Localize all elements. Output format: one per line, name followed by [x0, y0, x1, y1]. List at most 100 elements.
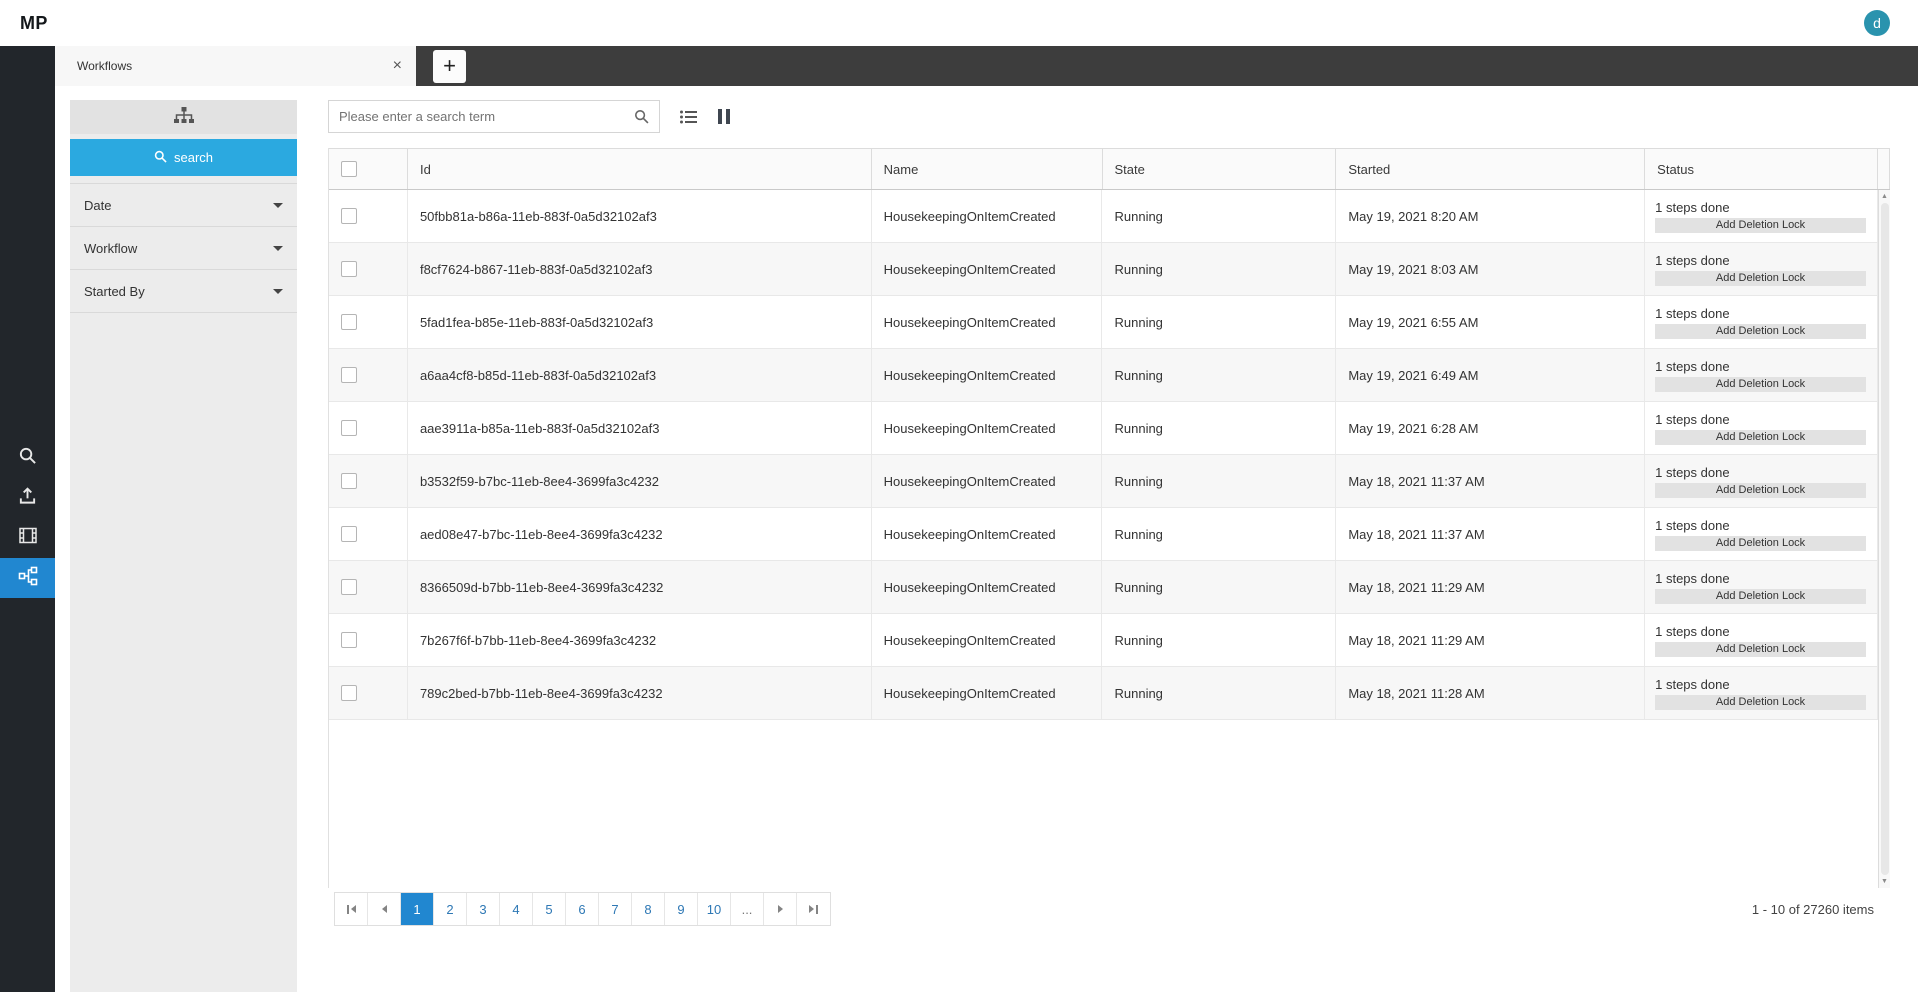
row-checkbox[interactable]: [341, 208, 357, 224]
search-icon[interactable]: [623, 101, 659, 132]
table-row[interactable]: 789c2bed-b7bb-11eb-8ee4-3699fa3c4232 Hou…: [329, 667, 1878, 720]
sidebar-item-upload[interactable]: [0, 478, 55, 518]
pager-next-button[interactable]: [764, 893, 797, 925]
add-deletion-lock-button[interactable]: Add Deletion Lock: [1655, 694, 1866, 710]
table-row[interactable]: 8366509d-b7bb-11eb-8ee4-3699fa3c4232 Hou…: [329, 561, 1878, 614]
column-header-id[interactable]: Id: [408, 149, 872, 189]
add-deletion-lock-button[interactable]: Add Deletion Lock: [1655, 588, 1866, 604]
column-header-name[interactable]: Name: [872, 149, 1103, 189]
table-row[interactable]: 50fbb81a-b86a-11eb-883f-0a5d32102af3 Hou…: [329, 190, 1878, 243]
column-header-state[interactable]: State: [1103, 149, 1337, 189]
table-row[interactable]: f8cf7624-b867-11eb-883f-0a5d32102af3 Hou…: [329, 243, 1878, 296]
tab-workflows[interactable]: Workflows ×: [55, 46, 416, 86]
sidebar-item-media[interactable]: [0, 518, 55, 558]
table-row[interactable]: b3532f59-b7bc-11eb-8ee4-3699fa3c4232 Hou…: [329, 455, 1878, 508]
add-deletion-lock-button[interactable]: Add Deletion Lock: [1655, 376, 1866, 392]
cell-state: Running: [1102, 243, 1337, 295]
pager-page-2[interactable]: 2: [434, 893, 467, 925]
pause-icon[interactable]: [718, 109, 730, 124]
search-button[interactable]: search: [70, 139, 297, 176]
row-checkbox[interactable]: [341, 367, 357, 383]
row-checkbox[interactable]: [341, 632, 357, 648]
row-checkbox[interactable]: [341, 473, 357, 489]
pager-page-7[interactable]: 7: [599, 893, 632, 925]
cell-status: 1 steps done Add Deletion Lock: [1645, 667, 1878, 719]
filter-section-workflow[interactable]: Workflow: [70, 227, 297, 270]
cell-started: May 19, 2021 6:49 AM: [1336, 349, 1646, 401]
pager-page-6[interactable]: 6: [566, 893, 599, 925]
row-checkbox[interactable]: [341, 526, 357, 542]
search-input[interactable]: [329, 101, 623, 132]
pager-prev-button[interactable]: [368, 893, 401, 925]
cell-select: [329, 243, 408, 295]
cell-started: May 18, 2021 11:28 AM: [1336, 667, 1646, 719]
vertical-scrollbar[interactable]: ▲ ▼: [1878, 190, 1890, 888]
grid-body: 50fbb81a-b86a-11eb-883f-0a5d32102af3 Hou…: [329, 190, 1878, 720]
scroll-up-icon[interactable]: ▲: [1881, 193, 1888, 200]
row-checkbox[interactable]: [341, 314, 357, 330]
cell-name: HousekeepingOnItemCreated: [872, 667, 1103, 719]
new-tab-button[interactable]: +: [433, 49, 466, 83]
search-box: [328, 100, 660, 133]
add-deletion-lock-button[interactable]: Add Deletion Lock: [1655, 641, 1866, 657]
add-deletion-lock-button[interactable]: Add Deletion Lock: [1655, 482, 1866, 498]
filter-section-label: Date: [84, 197, 112, 213]
table-row[interactable]: aae3911a-b85a-11eb-883f-0a5d32102af3 Hou…: [329, 402, 1878, 455]
add-deletion-lock-button[interactable]: Add Deletion Lock: [1655, 429, 1866, 445]
filter-section-date[interactable]: Date: [70, 184, 297, 227]
row-checkbox[interactable]: [341, 685, 357, 701]
grid-toolbar: [328, 100, 1890, 133]
table-row[interactable]: 5fad1fea-b85e-11eb-883f-0a5d32102af3 Hou…: [329, 296, 1878, 349]
scrollbar-thumb[interactable]: [1880, 203, 1889, 875]
cell-state: Running: [1102, 614, 1337, 666]
app-logo: MP: [20, 12, 48, 33]
list-view-icon[interactable]: [680, 110, 698, 124]
pager: 1 2 3 4 5 6 7 8 9 10 ...: [334, 892, 831, 926]
cell-started: May 19, 2021 8:20 AM: [1336, 190, 1646, 242]
cell-id: 789c2bed-b7bb-11eb-8ee4-3699fa3c4232: [408, 667, 872, 719]
table-row[interactable]: 7b267f6f-b7bb-11eb-8ee4-3699fa3c4232 Hou…: [329, 614, 1878, 667]
add-deletion-lock-button[interactable]: Add Deletion Lock: [1655, 270, 1866, 286]
pager-page-4[interactable]: 4: [500, 893, 533, 925]
close-icon[interactable]: ×: [393, 58, 402, 74]
pager-first-button[interactable]: [335, 893, 368, 925]
pager-last-button[interactable]: [797, 893, 830, 925]
steps-done-label: 1 steps done: [1655, 252, 1730, 268]
steps-done-label: 1 steps done: [1655, 623, 1730, 639]
cell-select: [329, 349, 408, 401]
pager-more-pages[interactable]: ...: [731, 893, 764, 925]
cell-name: HousekeepingOnItemCreated: [872, 561, 1103, 613]
cell-select: [329, 561, 408, 613]
cell-state: Running: [1102, 667, 1337, 719]
pager-page-9[interactable]: 9: [665, 893, 698, 925]
cell-status: 1 steps done Add Deletion Lock: [1645, 190, 1878, 242]
pager-page-3[interactable]: 3: [467, 893, 500, 925]
row-checkbox[interactable]: [341, 261, 357, 277]
header-cell-select: [329, 149, 408, 189]
filter-panel-toolbar[interactable]: [70, 100, 297, 134]
pager-page-10[interactable]: 10: [698, 893, 731, 925]
table-row[interactable]: a6aa4cf8-b85d-11eb-883f-0a5d32102af3 Hou…: [329, 349, 1878, 402]
pager-page-8[interactable]: 8: [632, 893, 665, 925]
user-avatar[interactable]: d: [1864, 10, 1890, 36]
column-header-status[interactable]: Status: [1645, 149, 1879, 189]
row-checkbox[interactable]: [341, 420, 357, 436]
steps-done-label: 1 steps done: [1655, 464, 1730, 480]
add-deletion-lock-button[interactable]: Add Deletion Lock: [1655, 323, 1866, 339]
seek-last-icon: [809, 905, 814, 913]
pager-page-5[interactable]: 5: [533, 893, 566, 925]
scroll-down-icon[interactable]: ▼: [1881, 878, 1888, 885]
row-checkbox[interactable]: [341, 579, 357, 595]
sidebar-item-search[interactable]: [0, 438, 55, 478]
column-header-started[interactable]: Started: [1336, 149, 1646, 189]
add-deletion-lock-button[interactable]: Add Deletion Lock: [1655, 217, 1866, 233]
search-icon: [154, 150, 167, 166]
filter-section-label: Started By: [84, 283, 145, 299]
table-row[interactable]: aed08e47-b7bc-11eb-8ee4-3699fa3c4232 Hou…: [329, 508, 1878, 561]
cell-state: Running: [1102, 402, 1337, 454]
pager-page-1[interactable]: 1: [401, 893, 434, 925]
filter-section-started-by[interactable]: Started By: [70, 270, 297, 313]
select-all-checkbox[interactable]: [341, 161, 357, 177]
add-deletion-lock-button[interactable]: Add Deletion Lock: [1655, 535, 1866, 551]
sidebar-item-workflows[interactable]: [0, 558, 55, 598]
